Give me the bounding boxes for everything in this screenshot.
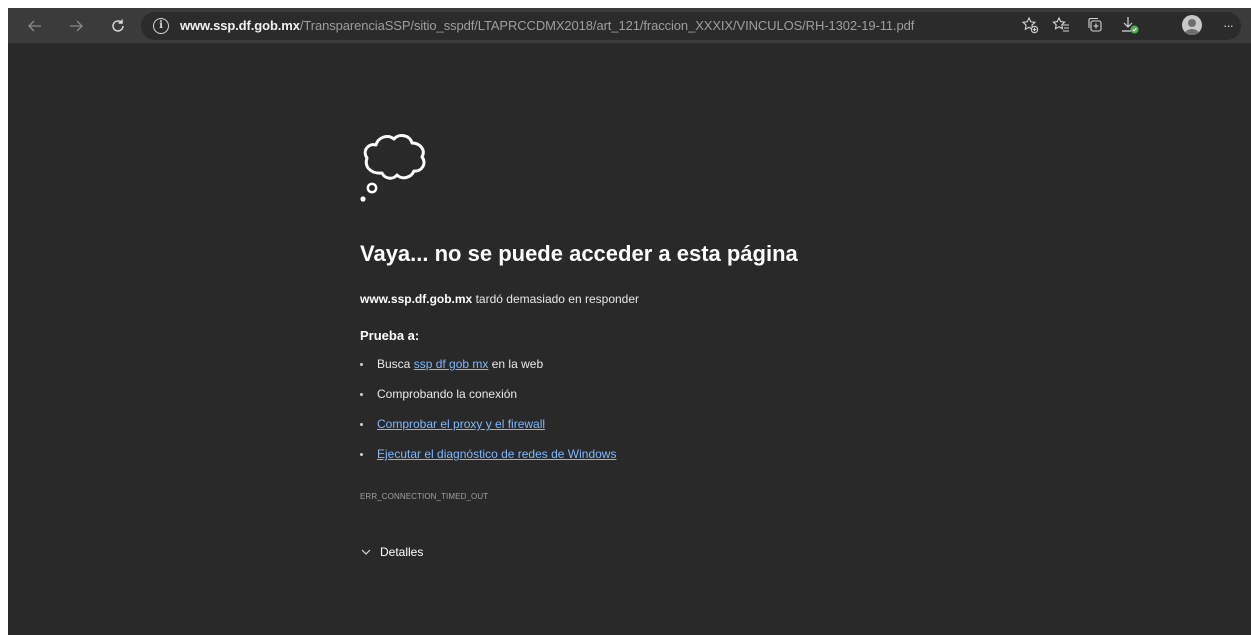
chevron-down-icon	[361, 549, 371, 555]
check-connection-text: Comprobando la conexión	[377, 387, 518, 401]
error-code: ERR_CONNECTION_TIMED_OUT	[360, 492, 489, 501]
back-arrow-icon	[28, 20, 41, 32]
info-icon[interactable]: i	[153, 18, 169, 34]
forward-button[interactable]	[63, 13, 89, 39]
forward-arrow-icon	[70, 20, 83, 32]
url-text[interactable]: www.ssp.df.gob.mx/TransparenciaSSP/sitio…	[180, 18, 914, 33]
collections-icon[interactable]	[1083, 13, 1107, 37]
address-bar[interactable]: i www.ssp.df.gob.mx/TransparenciaSSP/sit…	[141, 12, 1241, 40]
browser-toolbar: i www.ssp.df.gob.mx/TransparenciaSSP/sit…	[8, 8, 1251, 43]
error-title: Vaya... no se puede acceder a esta págin…	[360, 241, 798, 266]
search-suffix-text: en la web	[491, 357, 544, 371]
add-favorite-icon[interactable]	[1018, 13, 1042, 37]
details-label: Detalles	[380, 545, 424, 559]
url-path: /TransparenciaSSP/sitio_sspdf/LTAPRCCDMX…	[299, 18, 915, 33]
network-diagnostics-link[interactable]: Ejecutar el diagnóstico de redes de Wind…	[377, 447, 616, 461]
error-host: www.ssp.df.gob.mx	[360, 292, 473, 306]
suggestion-proxy-firewall: Comprobar el proxy y el firewall	[360, 416, 616, 446]
search-prefix-text: Busca	[377, 357, 411, 371]
browser-window: i www.ssp.df.gob.mx/TransparenciaSSP/sit…	[8, 8, 1251, 635]
refresh-button[interactable]	[105, 13, 131, 39]
error-description: www.ssp.df.gob.mx tardó demasiado en res…	[360, 292, 639, 306]
proxy-firewall-link[interactable]: Comprobar el proxy y el firewall	[377, 417, 545, 431]
thought-cloud-icon	[360, 134, 426, 202]
suggestion-search: Busca ssp df gob mx en la web	[360, 356, 616, 386]
suggestion-network-diagnostics: Ejecutar el diagnóstico de redes de Wind…	[360, 446, 616, 476]
url-host: www.ssp.df.gob.mx	[180, 18, 300, 33]
search-link[interactable]: ssp df gob mx	[414, 357, 489, 371]
more-icon[interactable]: ···	[1216, 13, 1240, 37]
suggestion-check-connection: Comprobando la conexión	[360, 386, 616, 416]
downloads-icon[interactable]	[1118, 13, 1142, 37]
suggestions-heading: Prueba a:	[360, 328, 420, 343]
profile-avatar[interactable]	[1182, 15, 1202, 35]
error-message: tardó demasiado en responder	[475, 292, 640, 306]
suggestions-list: Busca ssp df gob mx en la web Comproband…	[360, 356, 616, 476]
back-button[interactable]	[22, 13, 48, 39]
favorites-icon[interactable]	[1049, 13, 1073, 37]
details-button[interactable]: Detalles	[360, 541, 423, 563]
refresh-icon	[112, 19, 124, 32]
